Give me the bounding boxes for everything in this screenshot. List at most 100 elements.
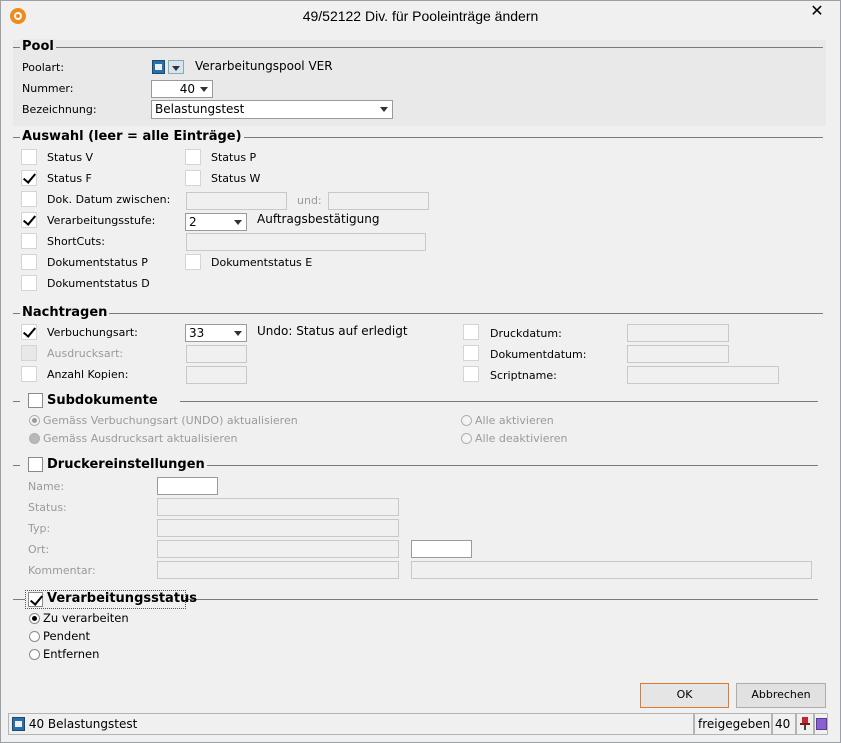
druckdatum-checkbox[interactable] <box>463 324 479 340</box>
subdok-option-ausdrucksart-radio[interactable] <box>29 433 40 444</box>
drucker-name-field[interactable] <box>157 477 218 495</box>
subdok-alle-aktivieren-label: Alle aktivieren <box>475 414 554 427</box>
drucker-status-field[interactable] <box>157 498 399 516</box>
note-icon-shape <box>816 718 827 730</box>
statusbar-number: 40 <box>772 713 796 735</box>
dok-datum-to-field[interactable] <box>328 192 429 210</box>
statusbar-record-text: 40 Belastungstest <box>28 717 138 731</box>
drucker-kommentar-extra-field[interactable] <box>411 561 812 579</box>
dokumentstatus-e-label: Dokumentstatus E <box>211 256 313 269</box>
subdok-option-verbuchungsart-label: Gemäss Verbuchungsart (UNDO) aktualisier… <box>43 414 298 427</box>
dokumentstatus-d-checkbox[interactable] <box>21 275 37 291</box>
drucker-kommentar-field[interactable] <box>157 561 399 579</box>
dok-datum-label: Dok. Datum zwischen: <box>47 193 171 206</box>
chevron-down-icon <box>197 82 211 96</box>
status-entfernen-radio[interactable] <box>29 649 40 660</box>
nummer-combo[interactable]: 40 <box>151 80 213 98</box>
pool-icon <box>12 716 25 731</box>
ok-button[interactable]: OK <box>640 683 729 708</box>
verarbeitungsstufe-combo[interactable]: 2 <box>185 213 247 231</box>
status-v-checkbox[interactable] <box>21 149 37 165</box>
ausdrucksart-field[interactable] <box>186 345 247 363</box>
dokumentstatus-p-label: Dokumentstatus P <box>47 256 148 269</box>
chevron-down-icon <box>231 326 245 340</box>
dokumentdatum-label: Dokumentdatum: <box>490 348 587 361</box>
status-p-label: Status P <box>211 151 257 164</box>
nachtragen-title: Nachtragen <box>20 305 110 320</box>
cancel-button[interactable]: Abbrechen <box>736 683 826 708</box>
druckereinstellungen-checkbox[interactable] <box>28 457 43 472</box>
dokumentdatum-field[interactable] <box>627 345 729 363</box>
dokumentstatus-p-checkbox[interactable] <box>21 254 37 270</box>
status-p-checkbox[interactable] <box>185 149 201 165</box>
pool-title: Pool <box>20 39 56 54</box>
note-icon[interactable] <box>814 713 828 735</box>
nummer-label: Nummer: <box>22 82 74 95</box>
statusbar-state: freigegeben <box>694 713 772 735</box>
drucker-ort-extra-field[interactable] <box>411 540 472 558</box>
status-f-checkbox[interactable] <box>21 170 37 186</box>
druckdatum-label: Druckdatum: <box>490 327 562 340</box>
verarbeitungsstatus-title: Verarbeitungsstatus <box>47 591 198 606</box>
drucker-ort-field[interactable] <box>157 540 399 558</box>
pin-icon-svg <box>800 717 810 730</box>
shortcuts-label: ShortCuts: <box>47 235 105 248</box>
pool-icon <box>152 60 165 74</box>
dokumentstatus-d-label: Dokumentstatus D <box>47 277 150 290</box>
subdokumente-checkbox[interactable] <box>28 393 43 408</box>
shortcuts-field[interactable] <box>186 233 426 251</box>
drucker-ort-label: Ort: <box>28 543 50 556</box>
status-w-label: Status W <box>211 172 261 185</box>
scriptname-label: Scriptname: <box>490 369 557 382</box>
anzahl-kopien-field[interactable] <box>186 366 247 384</box>
dok-datum-checkbox[interactable] <box>21 191 37 207</box>
druckdatum-field[interactable] <box>627 324 729 342</box>
anzahl-kopien-checkbox[interactable] <box>21 366 37 382</box>
bezeichnung-value: Belastungstest <box>155 102 245 116</box>
pin-icon[interactable] <box>796 713 814 735</box>
status-v-label: Status V <box>47 151 94 164</box>
scriptname-checkbox[interactable] <box>463 366 479 382</box>
subdok-alle-deaktivieren-label: Alle deaktivieren <box>475 432 568 445</box>
ausdrucksart-label: Ausdrucksart: <box>47 347 124 360</box>
subdok-alle-aktivieren-radio[interactable] <box>461 415 472 426</box>
verbuchungsart-description: Undo: Status auf erledigt <box>257 324 408 338</box>
verarbeitungsstatus-checkbox[interactable] <box>28 592 43 607</box>
status-w-checkbox[interactable] <box>185 170 201 186</box>
nachtragen-separator <box>13 313 823 314</box>
scriptname-field[interactable] <box>627 366 779 384</box>
dokumentdatum-checkbox[interactable] <box>463 345 479 361</box>
status-pendent-radio[interactable] <box>29 631 40 642</box>
bezeichnung-combo[interactable]: Belastungstest <box>151 100 393 119</box>
subdok-alle-deaktivieren-radio[interactable] <box>461 433 472 444</box>
subdok-option-verbuchungsart-radio[interactable] <box>29 415 40 426</box>
subdokumente-title: Subdokumente <box>45 393 160 408</box>
ausdrucksart-checkbox[interactable] <box>21 345 37 361</box>
verarbeitungsstufe-label: Verarbeitungsstufe: <box>47 214 156 227</box>
status-f-label: Status F <box>47 172 92 185</box>
poolart-value: Verarbeitungspool VER <box>195 59 333 73</box>
druckereinstellungen-title: Druckereinstellungen <box>45 457 207 472</box>
verbuchungsart-label: Verbuchungsart: <box>47 326 138 339</box>
subdok-option-ausdrucksart-label: Gemäss Ausdrucksart aktualisieren <box>43 432 238 445</box>
verbuchungsart-combo[interactable]: 33 <box>185 324 247 342</box>
shortcuts-checkbox[interactable] <box>21 233 37 249</box>
auswahl-title: Auswahl (leer = alle Einträge) <box>20 129 244 144</box>
dok-datum-from-field[interactable] <box>186 192 287 210</box>
verbuchungsart-value: 33 <box>189 326 205 340</box>
status-entfernen-label: Entfernen <box>43 647 100 661</box>
verarbeitungsstufe-checkbox[interactable] <box>21 212 37 228</box>
drucker-kommentar-label: Kommentar: <box>28 564 96 577</box>
verbuchungsart-checkbox[interactable] <box>21 324 37 340</box>
close-button[interactable]: ✕ <box>800 0 834 22</box>
pool-panel <box>13 40 826 126</box>
drucker-typ-field[interactable] <box>157 519 399 537</box>
verarbeitungsstufe-description: Auftragsbestätigung <box>257 212 380 226</box>
poolart-label: Poolart: <box>22 61 65 74</box>
dokumentstatus-e-checkbox[interactable] <box>185 254 201 270</box>
window-title: 49/52122 Div. für Pooleinträge ändern <box>302 8 539 24</box>
status-zu-verarbeiten-radio[interactable] <box>29 613 40 624</box>
poolart-dropdown-button[interactable] <box>168 60 184 74</box>
bezeichnung-label: Bezeichnung: <box>22 103 97 116</box>
und-label: und: <box>297 194 322 207</box>
